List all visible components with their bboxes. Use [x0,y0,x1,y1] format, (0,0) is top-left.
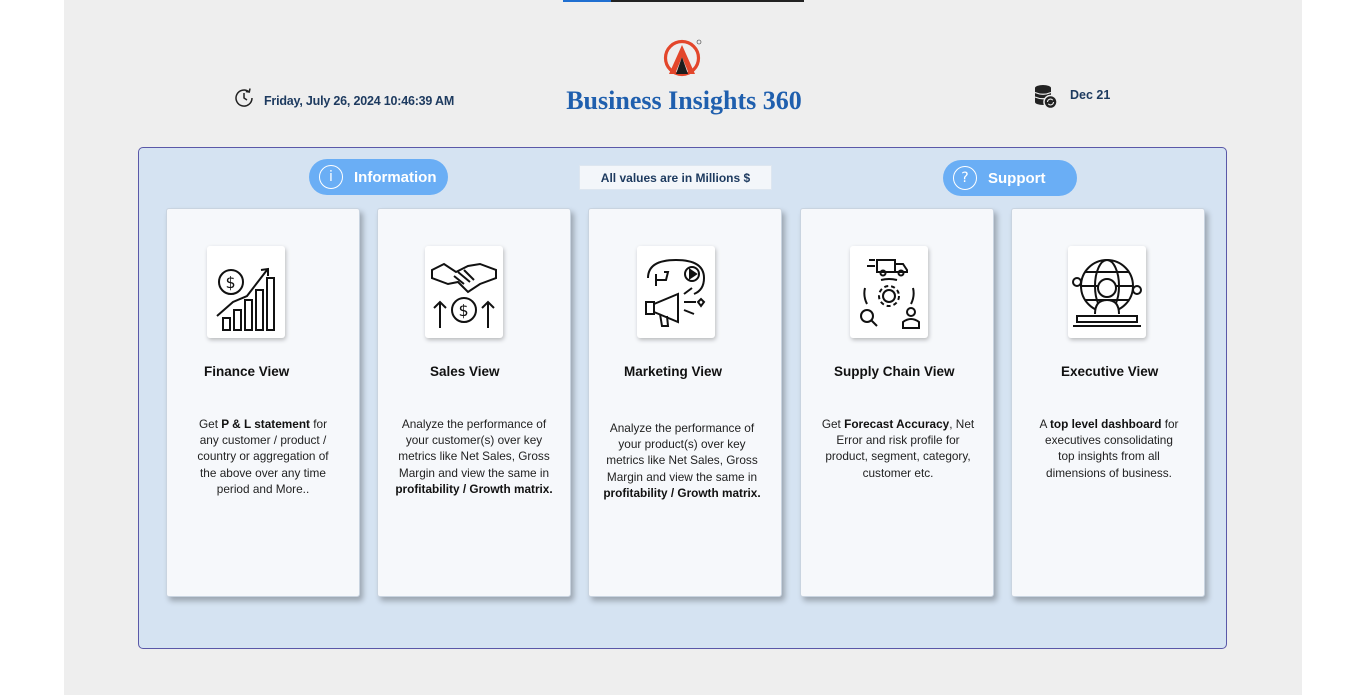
supply-chain-view-card[interactable]: Supply Chain View Get Forecast Accuracy,… [800,208,994,597]
clock-refresh-icon [232,86,256,115]
card-title: Marketing View [624,364,723,379]
executive-globe-icon [1068,246,1146,338]
help-icon: ? [953,166,977,190]
database-refresh-icon [1034,84,1058,115]
sales-view-card[interactable]: $ Sales View Analyze the performance of … [377,208,571,597]
card-title: Executive View [1061,364,1159,379]
svg-text:$: $ [459,301,469,320]
marketing-view-card[interactable]: Marketing View Analyze the performance o… [588,208,782,597]
support-button[interactable]: ? Support [943,160,1077,196]
info-icon: i [319,165,343,189]
navigation-panel: i Information All values are in Millions… [138,147,1227,649]
datetime-text: Friday, July 26, 2024 10:46:39 AM [264,93,455,108]
active-page-indicator [563,0,611,2]
information-button[interactable]: i Information [309,159,448,195]
card-title: Sales View [430,364,500,379]
marketing-megaphone-icon [637,246,715,338]
card-description: Get P & L statement for any customer / p… [197,417,329,496]
data-refresh-date: Dec 21 [1034,84,1110,115]
atliq-logo [662,37,702,77]
svg-text:$: $ [226,273,236,292]
support-label: Support [988,169,1046,187]
handshake-money-icon: $ [425,246,503,338]
report-canvas: Business Insights 360 Friday, July 26, 2… [64,0,1302,695]
units-note: All values are in Millions $ [579,165,772,190]
finance-view-card[interactable]: $ Finance View Get P & L statement for a… [166,208,360,597]
current-datetime: Friday, July 26, 2024 10:46:39 AM [232,86,454,115]
page-navigator-bar[interactable] [563,0,804,2]
card-description: A top level dashboard for executives con… [1039,417,1179,480]
supply-chain-icon [850,246,928,338]
card-title: Supply Chain View [834,364,955,379]
executive-view-card[interactable]: Executive View A top level dashboard for… [1011,208,1205,597]
card-title: Finance View [204,364,290,379]
refresh-date-text: Dec 21 [1070,88,1111,102]
information-label: Information [354,168,437,186]
card-description: Analyze the performance of your customer… [395,417,553,496]
finance-growth-icon: $ [207,246,285,338]
card-description: Analyze the performance of your product(… [603,421,761,500]
card-description: Get Forecast Accuracy, Net Error and ris… [821,417,975,480]
page-title: Business Insights 360 [566,86,802,115]
